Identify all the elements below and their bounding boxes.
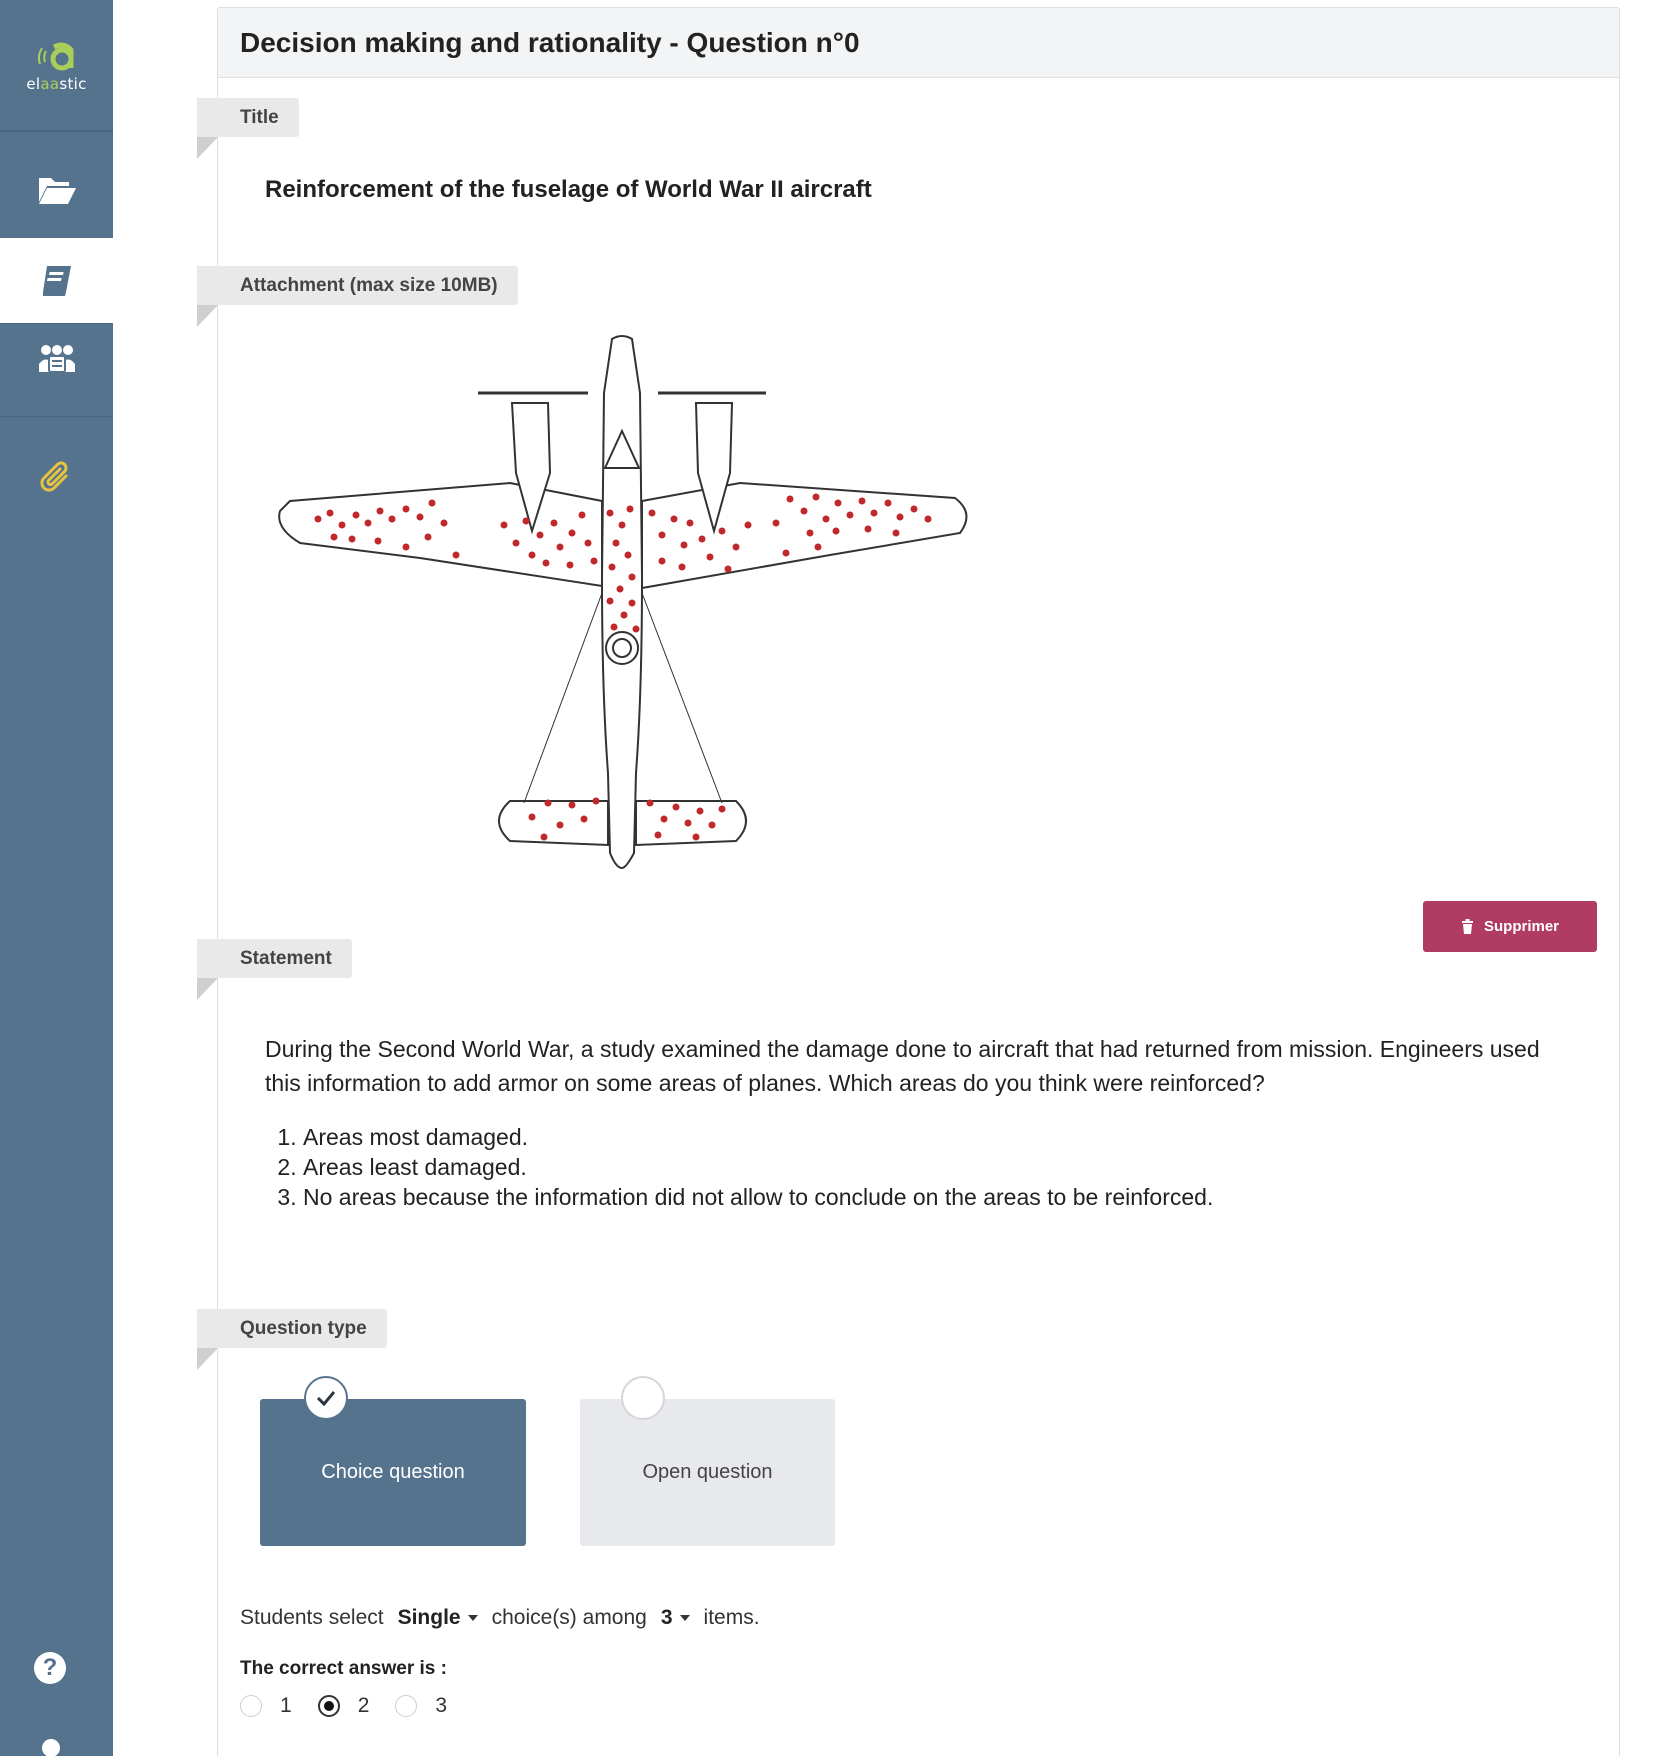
correct-answer-radio-group: 1 2 3 bbox=[240, 1694, 473, 1718]
settings-middle: choice(s) among bbox=[491, 1606, 647, 1629]
folder-open-icon bbox=[38, 177, 76, 204]
question-title[interactable]: Reinforcement of the fuselage of World W… bbox=[265, 176, 872, 204]
correct-answer-option-1[interactable]: 1 bbox=[240, 1694, 292, 1718]
question-type-choice-label: Choice question bbox=[321, 1461, 465, 1483]
radio-button[interactable] bbox=[240, 1695, 262, 1717]
delete-attachment-label: Supprimer bbox=[1483, 918, 1559, 935]
answer-option-label: 2 bbox=[357, 1694, 370, 1717]
question-type-open-label: Open question bbox=[642, 1461, 773, 1483]
question-type-open-card[interactable]: Open question bbox=[580, 1376, 835, 1546]
statement-text: During the Second World War, a study exa… bbox=[265, 1036, 1540, 1096]
logo-mark-icon bbox=[37, 42, 73, 70]
sidebar-item-groups[interactable] bbox=[0, 316, 113, 401]
section-label-question-type: Question type bbox=[197, 1309, 387, 1370]
sidebar-item-questions[interactable] bbox=[0, 238, 113, 323]
item-count-value: 3 bbox=[660, 1606, 673, 1629]
question-type-choice-card[interactable]: Choice question bbox=[260, 1376, 526, 1546]
section-label-statement: Statement bbox=[197, 939, 352, 1000]
sidebar-item-attachments[interactable] bbox=[0, 432, 113, 517]
paperclip-icon bbox=[39, 461, 67, 492]
logo-text: elaastic bbox=[26, 74, 87, 93]
sidebar: elaastic ? bbox=[0, 0, 113, 1756]
check-icon bbox=[304, 1376, 348, 1420]
page-title: Decision making and rationality - Questi… bbox=[218, 8, 1619, 78]
choice-settings: Students select Single choice(s) among 3… bbox=[240, 1606, 760, 1630]
statement-option: Areas least damaged. bbox=[303, 1152, 1575, 1182]
radio-button[interactable] bbox=[395, 1695, 418, 1717]
item-count-dropdown[interactable]: 3 bbox=[661, 1606, 690, 1630]
answer-option-label: 3 bbox=[435, 1694, 448, 1717]
section-label-attachment: Attachment (max size 10MB) bbox=[197, 266, 518, 327]
delete-attachment-button[interactable]: Supprimer bbox=[1423, 901, 1597, 952]
unchecked-circle-icon bbox=[621, 1376, 665, 1420]
settings-suffix: items. bbox=[703, 1606, 760, 1629]
answer-option-label: 1 bbox=[280, 1694, 292, 1717]
selection-mode-dropdown[interactable]: Single bbox=[398, 1606, 478, 1630]
settings-prefix: Students select bbox=[240, 1606, 384, 1629]
correct-answer-label: The correct answer is : bbox=[240, 1658, 447, 1679]
statement-option: Areas most damaged. bbox=[303, 1122, 1575, 1152]
trash-icon bbox=[1461, 919, 1473, 934]
book-icon bbox=[42, 265, 71, 296]
statement-options-list: Areas most damaged. Areas least damaged.… bbox=[265, 1122, 1575, 1212]
selection-mode-value: Single bbox=[397, 1606, 461, 1629]
users-icon bbox=[38, 344, 75, 373]
help-icon[interactable]: ? bbox=[34, 1652, 66, 1684]
correct-answer-option-3[interactable]: 3 bbox=[395, 1694, 447, 1718]
logo[interactable]: elaastic bbox=[0, 0, 113, 131]
statement-option: No areas because the information did not… bbox=[303, 1182, 1575, 1212]
section-label-title: Title bbox=[197, 98, 299, 159]
attachment-image-aircraft bbox=[278, 335, 968, 870]
user-avatar-icon[interactable] bbox=[42, 1739, 60, 1756]
chevron-down-icon bbox=[467, 1615, 478, 1621]
correct-answer-option-2[interactable]: 2 bbox=[317, 1694, 370, 1718]
question-statement[interactable]: During the Second World War, a study exa… bbox=[265, 1032, 1575, 1212]
chevron-down-icon bbox=[679, 1615, 690, 1621]
radio-button[interactable] bbox=[317, 1695, 340, 1717]
sidebar-item-courses[interactable] bbox=[0, 147, 113, 232]
